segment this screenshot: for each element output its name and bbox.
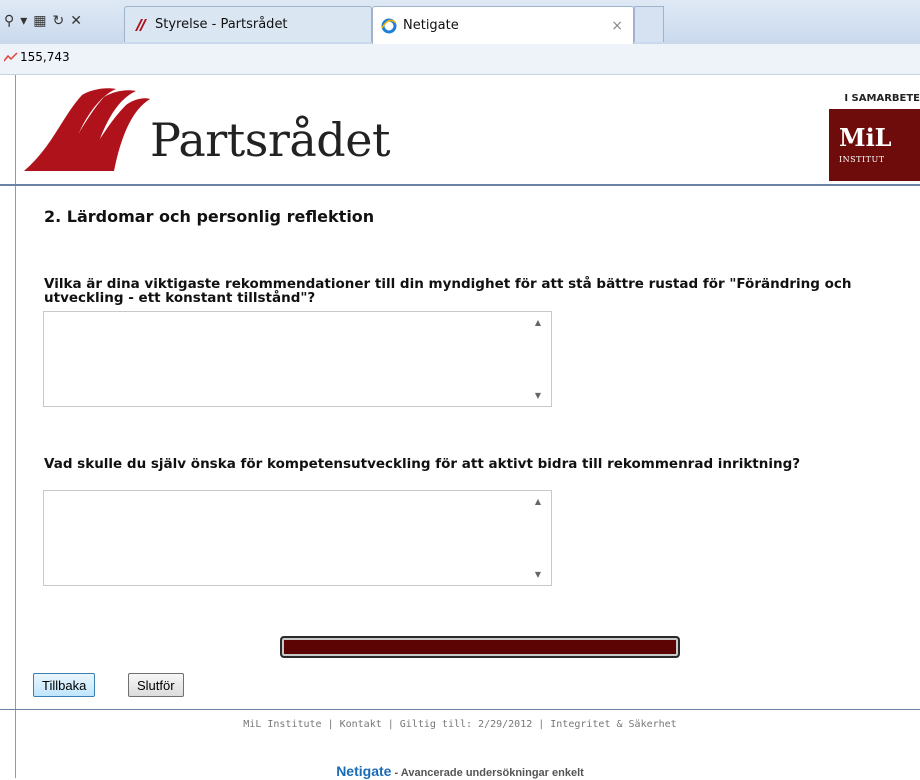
question-2-label: Vad skulle du själv önska för kompetensu… xyxy=(44,456,801,472)
footer-links: MiL Institute | Kontakt | Giltig till: 2/29/… xyxy=(0,719,920,730)
close-tab-icon[interactable]: × xyxy=(611,18,623,34)
partsradet-logo-text: Partsrådet xyxy=(150,113,390,167)
progress-bar xyxy=(280,636,680,658)
ie-icon xyxy=(381,18,397,33)
favorites-item-label: 155,743 xyxy=(20,50,70,64)
netigate-dash: - xyxy=(391,767,401,779)
tab-bar: ⚲ ▾ ▦ ↻ ✕ Styrelse - Partsrådet Netigate… xyxy=(0,0,920,45)
partsradet-logo-icon xyxy=(24,88,150,171)
footer-link-kontakt[interactable]: Kontakt xyxy=(340,719,382,730)
scroll-down-icon[interactable]: ▼ xyxy=(535,570,541,579)
tab-netigate[interactable]: Netigate × xyxy=(372,6,634,44)
page-content: Partsrådet I SAMARBETE MiL INSTITUT 2. L… xyxy=(0,75,920,780)
section-title: 2. Lärdomar och personlig reflektion xyxy=(44,207,375,226)
footer-separator: | xyxy=(387,719,394,730)
footer-separator: | xyxy=(327,719,334,730)
dropdown-icon[interactable]: ▾ xyxy=(20,13,27,29)
back-button[interactable]: Tillbaka xyxy=(33,673,96,697)
browser-window: ⚲ ▾ ▦ ↻ ✕ Styrelse - Partsrådet Netigate… xyxy=(0,0,920,780)
scroll-up-icon[interactable]: ▲ xyxy=(535,497,541,506)
question-2-textarea[interactable]: ▲ ▼ xyxy=(43,490,552,586)
new-tab-button[interactable] xyxy=(634,6,664,42)
site-header: Partsrådet I SAMARBETE MiL INSTITUT xyxy=(0,75,920,186)
netigate-brand[interactable]: Netigate xyxy=(336,763,391,779)
mil-logo-text: MiL xyxy=(839,123,892,152)
question-1-textarea[interactable]: ▲ ▼ xyxy=(43,311,552,407)
partsradet-favicon-icon xyxy=(135,18,147,31)
footer-separator: | xyxy=(538,719,545,730)
favorites-bar: 155,743 xyxy=(0,44,920,75)
partner-label: I SAMARBETE xyxy=(844,93,920,104)
address-controls: ⚲ ▾ ▦ ↻ ✕ xyxy=(4,10,82,32)
refresh-icon[interactable]: ↻ xyxy=(53,13,65,29)
footer-divider xyxy=(0,709,920,710)
scroll-up-icon[interactable]: ▲ xyxy=(535,318,541,327)
footer-link-privacy[interactable]: Integritet & Säkerhet xyxy=(550,719,676,730)
compatibility-icon[interactable]: ▦ xyxy=(33,13,46,29)
favorites-item[interactable]: 155,743 xyxy=(4,50,70,64)
netigate-tagline: Avancerade undersökningar enkelt xyxy=(400,767,584,779)
tab-styrelse[interactable]: Styrelse - Partsrådet xyxy=(124,6,372,42)
tab-label: Netigate xyxy=(403,18,459,33)
tab-label: Styrelse - Partsrådet xyxy=(155,17,288,32)
mil-logo-sub: INSTITUT xyxy=(839,155,885,164)
finish-button[interactable]: Slutför xyxy=(128,673,184,697)
search-icon[interactable]: ⚲ xyxy=(4,13,14,29)
mil-logo: MiL INSTITUT xyxy=(829,109,920,181)
chart-trend-icon xyxy=(4,52,18,62)
footer-link-mil[interactable]: MiL Institute xyxy=(243,719,321,730)
question-1-label: Vilka är dina viktigaste rekommendatione… xyxy=(44,276,852,306)
scroll-down-icon[interactable]: ▼ xyxy=(535,391,541,400)
header-divider xyxy=(0,184,920,186)
close-icon[interactable]: ✕ xyxy=(70,13,82,29)
netigate-footer: Netigate - Avancerade undersökningar enk… xyxy=(0,761,920,780)
footer-valid-until: Giltig till: 2/29/2012 xyxy=(399,719,533,730)
